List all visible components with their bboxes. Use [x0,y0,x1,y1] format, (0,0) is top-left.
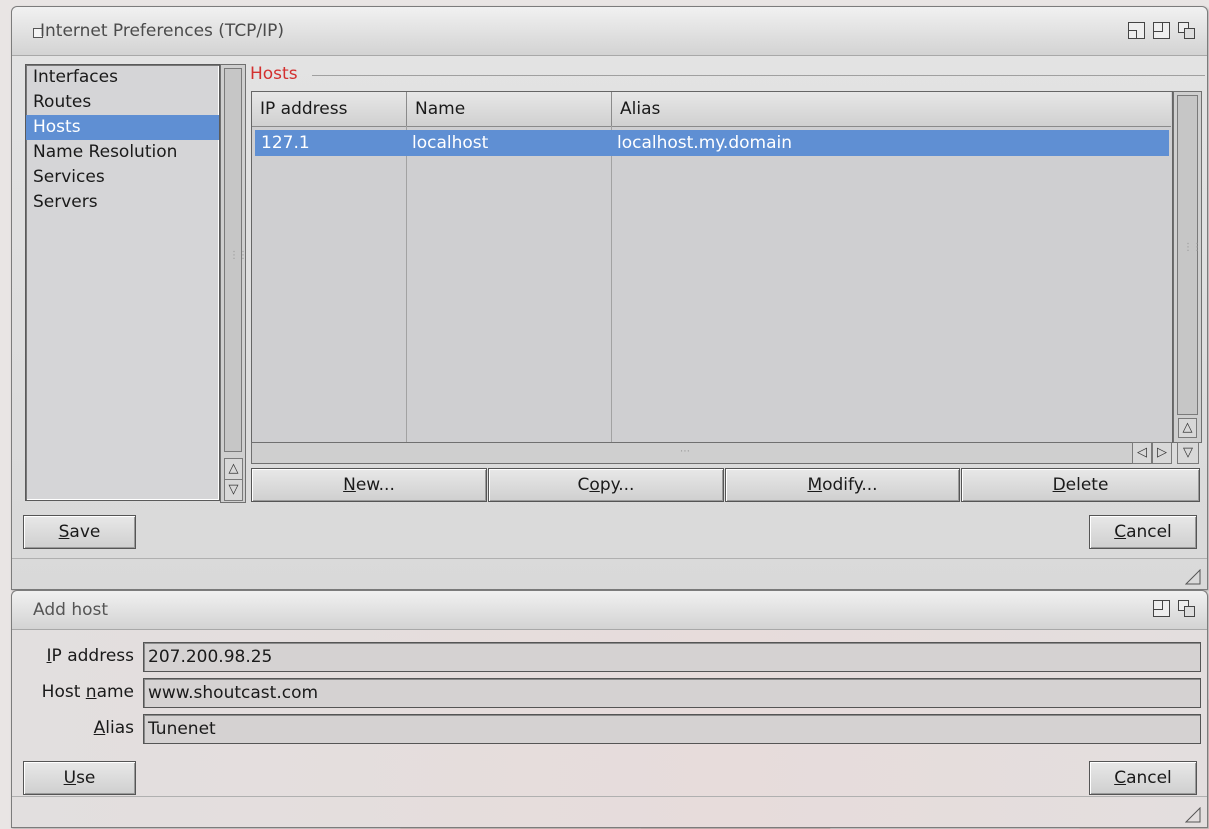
ip-address-field[interactable]: 207.200.98.25 [143,642,1201,672]
group-divider [312,75,1205,76]
cell-ip: 127.1 [261,133,310,153]
category-item-interfaces[interactable]: Interfaces [26,65,219,90]
category-item-name-resolution[interactable]: Name Resolution [26,140,219,165]
category-scrollbar[interactable]: ⋮⋮ △ ▽ [220,64,248,503]
status-bar [12,796,1207,827]
category-item-services[interactable]: Services [26,165,219,190]
cell-name: localhost [412,133,489,153]
column-divider [406,126,407,442]
table-vertical-scrollbar[interactable]: ⋮⋮ △ [1173,91,1202,443]
cancel-button[interactable]: Cancel [1089,515,1197,549]
title-bar[interactable]: Add host [12,591,1207,630]
zoom-icon[interactable] [1153,22,1170,39]
depth-icon[interactable] [1178,600,1195,617]
new-button[interactable]: New... [251,468,487,502]
column-header-alias[interactable]: Alias [612,92,1171,127]
delete-button[interactable]: Delete [961,468,1200,502]
use-button[interactable]: Use [23,761,136,795]
resize-icon[interactable] [1185,807,1201,823]
arrow-down-icon[interactable]: ▽ [224,479,243,501]
column-header-name[interactable]: Name [407,92,612,127]
alias-label: Alias [93,718,134,738]
alias-field[interactable]: Tunenet [143,714,1201,744]
table-horizontal-scrollbar[interactable]: ⋯ [251,442,1133,464]
arrow-down-icon[interactable]: ▽ [1177,442,1199,464]
grip-icon: ⋯ [680,446,690,457]
table-row[interactable]: 127.1 localhost localhost.my.domain [255,130,1169,156]
hosts-table[interactable]: IP address Name Alias 127.1 localhost lo… [251,91,1173,443]
scrollbar-knob[interactable] [1177,95,1198,415]
save-button[interactable]: Save [23,515,136,549]
category-item-routes[interactable]: Routes [26,90,219,115]
resize-icon[interactable] [1185,569,1201,585]
status-bar [12,558,1207,589]
grip-icon: ⋮⋮ [1183,242,1202,253]
zoom-icon[interactable] [1153,600,1170,617]
arrow-up-icon[interactable]: △ [224,458,243,480]
depth-icon[interactable] [1178,22,1195,39]
column-divider [611,126,612,442]
arrow-up-icon[interactable]: △ [1178,418,1197,438]
modify-button[interactable]: Modify... [725,468,960,502]
grip-icon: ⋮⋮ [229,250,248,261]
category-item-servers[interactable]: Servers [26,190,219,215]
iconify-icon[interactable] [1128,22,1145,39]
cancel-button[interactable]: Cancel [1089,761,1197,795]
title-bar[interactable]: Internet Preferences (TCP/IP) [12,7,1207,56]
window-title: Internet Preferences (TCP/IP) [40,21,285,41]
preferences-window: Internet Preferences (TCP/IP) Interfaces… [11,6,1208,590]
host-name-field[interactable]: www.shoutcast.com [143,678,1201,708]
cell-alias: localhost.my.domain [617,133,792,153]
column-header-ip[interactable]: IP address [252,92,407,127]
category-item-hosts[interactable]: Hosts [26,115,219,140]
hosts-group-label: Hosts [250,64,298,84]
ip-address-label: IP address [46,646,134,666]
copy-button[interactable]: Copy... [488,468,724,502]
arrow-right-icon[interactable]: ▷ [1152,442,1172,464]
add-host-window: Add host IP address 207.200.98.25 Host n… [11,590,1208,828]
window-title: Add host [33,600,109,620]
host-name-label: Host name [41,682,134,702]
category-list[interactable]: Interfaces Routes Hosts Name Resolution … [25,64,220,501]
arrow-left-icon[interactable]: ◁ [1132,442,1152,464]
